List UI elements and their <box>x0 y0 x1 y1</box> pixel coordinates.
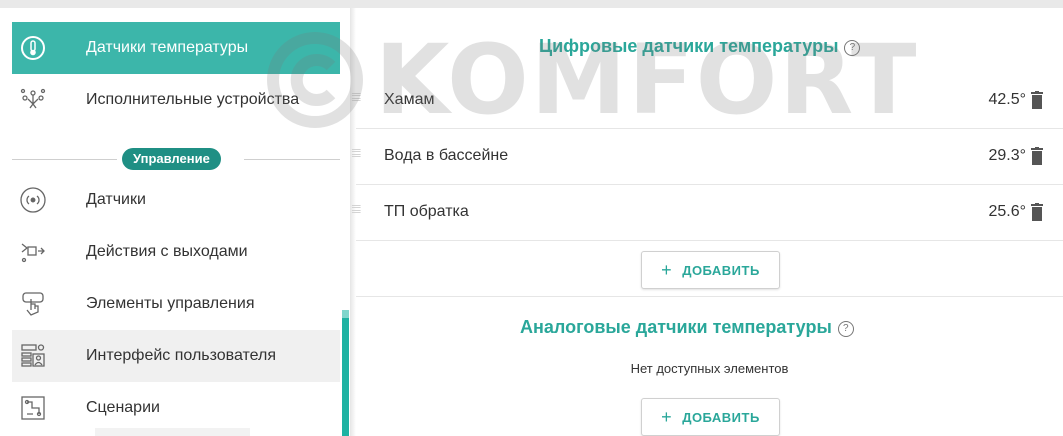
sidebar-item-actuators[interactable]: Исполнительные устройства <box>12 74 340 126</box>
sensor-value: 42.5° <box>988 91 1026 108</box>
output-actions-icon <box>18 237 48 267</box>
add-button-label: ДОБАВИТЬ <box>682 262 760 278</box>
add-button-label: ДОБАВИТЬ <box>682 409 760 425</box>
trash-icon[interactable] <box>1031 203 1043 221</box>
sidebar-item-user-interface[interactable]: Интерфейс пользователя <box>12 330 340 382</box>
sidebar-item-label: Сценарии <box>86 399 160 416</box>
sidebar-bottom-fade <box>95 428 250 436</box>
sensor-name: Хамам <box>384 91 435 108</box>
actuators-icon <box>18 85 48 115</box>
sensor-row[interactable]: ═ ═ ТП обратка 25.6° <box>352 184 1063 241</box>
drag-handle-icon[interactable]: ═ ═ <box>352 88 361 108</box>
thermometer-icon <box>18 33 48 63</box>
sidebar-item-temperature-sensors[interactable]: Датчики температуры <box>12 22 340 74</box>
sidebar: Датчики температуры Исполнительные устро… <box>0 8 350 436</box>
sidebar-item-output-actions[interactable]: Действия с выходами <box>12 226 340 278</box>
user-interface-icon <box>18 341 48 371</box>
sidebar-scrollbar[interactable] <box>342 310 349 436</box>
help-icon[interactable]: ? <box>844 40 861 56</box>
sensor-row[interactable]: ═ ═ Вода в бассейне 29.3° <box>352 128 1063 185</box>
touch-hand-icon <box>18 289 48 319</box>
sidebar-item-label: Датчики температуры <box>86 39 249 56</box>
sidebar-item-scenarios[interactable]: Сценарии <box>12 382 340 434</box>
divider <box>12 159 117 160</box>
plus-icon: + <box>661 406 673 427</box>
main-panel: Цифровые датчики температуры? ═ ═ Хамам 4… <box>352 8 1063 436</box>
trash-icon[interactable] <box>1031 91 1043 109</box>
divider <box>356 296 1063 297</box>
sidebar-item-label: Исполнительные устройства <box>86 91 300 108</box>
sensor-value: 29.3° <box>988 147 1026 164</box>
sidebar-item-control-elements[interactable]: Элементы управления <box>12 278 340 330</box>
top-bar <box>0 0 1063 8</box>
sensor-name: Вода в бассейне <box>384 147 509 164</box>
drag-handle-icon[interactable]: ═ ═ <box>352 200 361 220</box>
sensor-signal-icon <box>18 185 48 215</box>
digital-sensors-title-text: Цифровые датчики температуры <box>539 36 839 56</box>
sensor-value: 25.6° <box>988 203 1026 220</box>
section-separator: Управление <box>12 148 340 170</box>
digital-sensors-title: Цифровые датчики температуры? <box>539 36 861 57</box>
sidebar-item-label: Интерфейс пользователя <box>86 347 277 364</box>
sidebar-item-label: Действия с выходами <box>86 243 248 260</box>
drag-handle-icon[interactable]: ═ ═ <box>352 144 361 164</box>
plus-icon: + <box>661 259 673 280</box>
scenario-icon <box>18 393 48 423</box>
add-digital-sensor-button[interactable]: + ДОБАВИТЬ <box>641 251 780 289</box>
sidebar-item-label: Датчики <box>86 191 146 208</box>
analog-sensors-title-text: Аналоговые датчики температуры <box>520 317 832 337</box>
sidebar-item-label: Элементы управления <box>86 295 255 312</box>
divider <box>244 159 340 160</box>
help-icon[interactable]: ? <box>837 321 854 337</box>
analog-sensors-title: Аналоговые датчики температуры? <box>520 317 854 338</box>
section-badge-control: Управление <box>122 148 221 170</box>
add-analog-sensor-button[interactable]: + ДОБАВИТЬ <box>641 398 780 436</box>
sensor-row[interactable]: ═ ═ Хамам 42.5° <box>352 72 1063 129</box>
trash-icon[interactable] <box>1031 147 1043 165</box>
scrollbar-thumb-cap <box>342 310 349 318</box>
sensor-name: ТП обратка <box>384 203 469 220</box>
sidebar-item-sensors[interactable]: Датчики <box>12 174 340 226</box>
empty-state-text: Нет доступных элементов <box>630 361 789 376</box>
